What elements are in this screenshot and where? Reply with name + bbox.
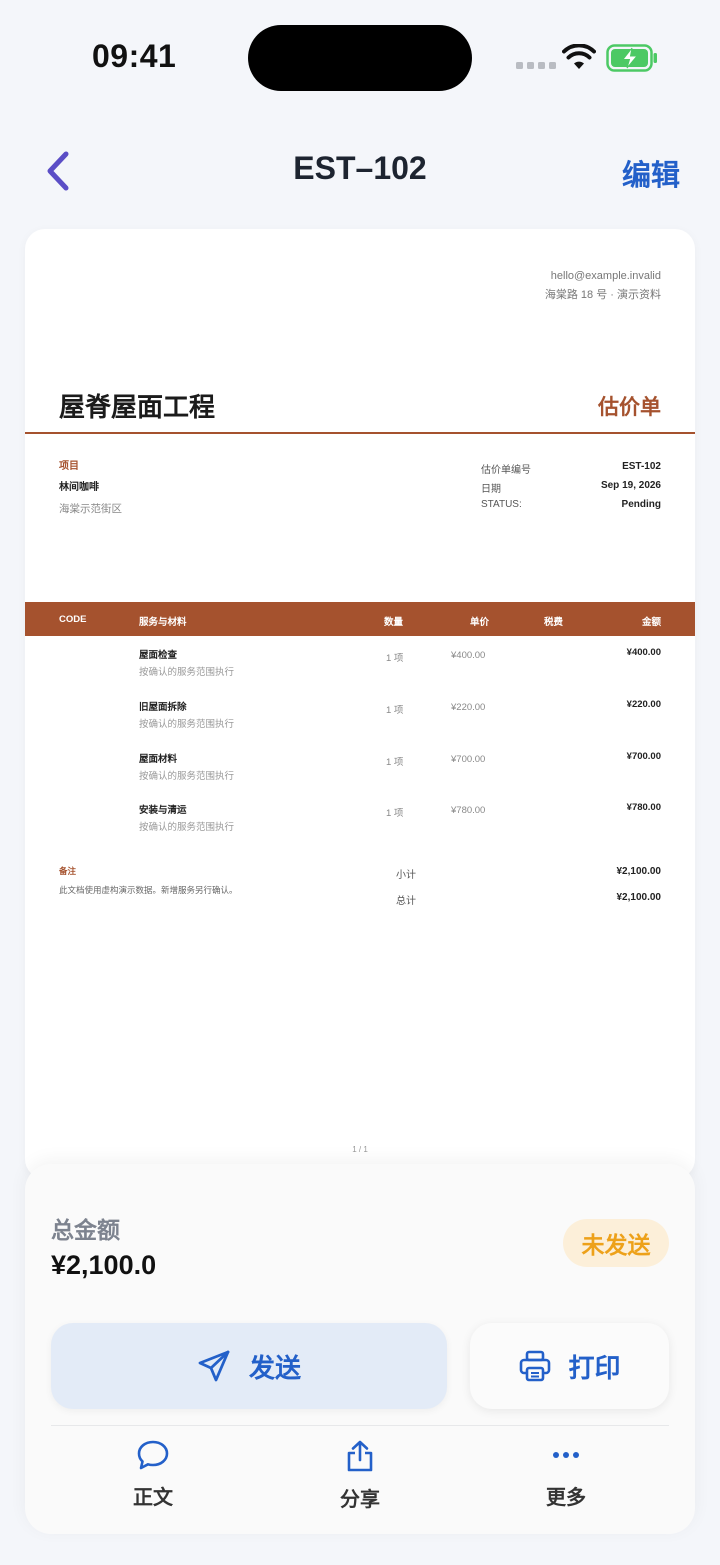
- project-location: 海棠示范街区: [59, 503, 122, 515]
- item-unit-price: ¥780.00: [451, 805, 486, 816]
- table-row: 旧屋面拆除 按确认的服务范围执行 1 项 ¥220.00 ¥220.00: [25, 699, 695, 749]
- panel-divider: [51, 1425, 669, 1426]
- print-button-label: 打印: [568, 1352, 621, 1383]
- meta-key: 估价单编号: [481, 465, 531, 476]
- column-price: 单价: [470, 617, 490, 628]
- meta-key: STATUS:: [481, 499, 522, 510]
- item-quantity: 1 项: [386, 757, 404, 768]
- table-row: 屋面材料 按确认的服务范围执行 1 项 ¥700.00 ¥700.00: [25, 751, 695, 801]
- item-unit-price: ¥400.00: [451, 650, 486, 661]
- dynamic-island: [248, 25, 472, 91]
- header-divider: [25, 432, 695, 434]
- tab-label: 分享: [340, 1489, 380, 1511]
- item-quantity: 1 项: [386, 808, 404, 819]
- item-unit-price: ¥220.00: [451, 702, 486, 713]
- subtotal-value: ¥2,100.00: [616, 866, 662, 877]
- bottom-action-panel: 总金额 ¥2,100.0 未发送 发送 打印 正文 分享 更多: [25, 1164, 695, 1534]
- more-icon: [553, 1452, 579, 1458]
- summary-total-label: 总金额: [51, 1217, 120, 1243]
- subtotal-label: 小计: [396, 870, 416, 881]
- estimate-document: hello@example.invalid 海棠路 18 号 · 演示资料 屋脊…: [25, 229, 695, 1179]
- company-name: 屋脊屋面工程: [59, 392, 216, 422]
- edit-button[interactable]: 编辑: [622, 152, 680, 194]
- item-unit-price: ¥700.00: [451, 754, 486, 765]
- column-code: CODE: [59, 614, 87, 625]
- table-row: 屋面检查 按确认的服务范围执行 1 项 ¥400.00 ¥400.00: [25, 647, 695, 697]
- items-table-header: CODE 服务与材料 数量 单价 税费 金额: [25, 602, 695, 636]
- item-quantity: 1 项: [386, 653, 404, 664]
- tab-more[interactable]: 更多: [516, 1439, 616, 1519]
- item-quantity: 1 项: [386, 705, 404, 716]
- item-name: 旧屋面拆除: [139, 702, 187, 713]
- send-button[interactable]: 发送: [51, 1323, 447, 1409]
- meta-key: 日期: [481, 484, 501, 495]
- cellular-signal-icon: [516, 62, 556, 69]
- item-amount: ¥780.00: [626, 802, 661, 813]
- meta-value: Sep 19, 2026: [600, 480, 661, 491]
- item-description: 按确认的服务范围执行: [139, 667, 235, 678]
- document-type: 估价单: [598, 396, 661, 419]
- total-label: 总计: [396, 896, 416, 907]
- item-description: 按确认的服务范围执行: [139, 771, 235, 782]
- item-description: 按确认的服务范围执行: [139, 719, 235, 730]
- tab-share[interactable]: 分享: [310, 1439, 410, 1519]
- summary-total-value: ¥2,100.0: [51, 1250, 157, 1280]
- paper-plane-icon: [198, 1350, 230, 1382]
- project-label: 项目: [59, 461, 79, 472]
- item-amount: ¥700.00: [626, 751, 661, 762]
- tab-body[interactable]: 正文: [103, 1439, 203, 1519]
- wifi-icon: [562, 44, 596, 69]
- share-icon: [347, 1440, 373, 1472]
- total-row: 总计 ¥2,100.00: [396, 892, 661, 907]
- battery-charging-icon: [606, 44, 657, 72]
- meta-estimate-number: 估价单编号 EST-102: [481, 461, 661, 476]
- tab-label: 正文: [133, 1487, 173, 1509]
- item-description: 按确认的服务范围执行: [139, 822, 235, 833]
- table-row: 安装与清运 按确认的服务范围执行 1 项 ¥780.00 ¥780.00: [25, 802, 695, 852]
- meta-date: 日期 Sep 19, 2026: [481, 480, 661, 495]
- meta-value: Pending: [621, 499, 661, 510]
- meta-status: STATUS: Pending: [481, 499, 661, 510]
- item-name: 安装与清运: [139, 805, 187, 816]
- company-address: 海棠路 18 号 · 演示资料: [544, 289, 661, 301]
- total-value: ¥2,100.00: [616, 892, 662, 903]
- message-bubble-icon: [137, 1440, 169, 1470]
- column-amount: 金额: [641, 617, 661, 628]
- status-time: 09:41: [92, 38, 177, 74]
- printer-icon: [520, 1350, 551, 1382]
- item-name: 屋面检查: [139, 650, 178, 661]
- company-email: hello@example.invalid: [550, 270, 661, 282]
- page-indicator: 1 / 1: [352, 1145, 368, 1154]
- status-bar: 09:41: [0, 0, 720, 115]
- item-amount: ¥220.00: [626, 699, 661, 710]
- item-amount: ¥400.00: [626, 647, 661, 658]
- send-button-label: 发送: [248, 1352, 301, 1383]
- meta-value: EST-102: [622, 461, 661, 472]
- column-qty: 数量: [384, 617, 404, 628]
- tab-label: 更多: [546, 1487, 586, 1509]
- notes-text: 此文档使用虚构演示数据。新增服务另行确认。: [59, 885, 238, 895]
- client-name: 林间咖啡: [59, 482, 99, 493]
- column-service: 服务与材料: [139, 617, 187, 628]
- column-tax: 税费: [544, 617, 564, 628]
- subtotal-row: 小计 ¥2,100.00: [396, 866, 661, 881]
- item-name: 屋面材料: [139, 754, 178, 765]
- notes-label: 备注: [59, 866, 77, 876]
- print-button[interactable]: 打印: [470, 1323, 669, 1409]
- status-badge: 未发送: [563, 1219, 669, 1267]
- page-title: EST–102: [293, 150, 427, 186]
